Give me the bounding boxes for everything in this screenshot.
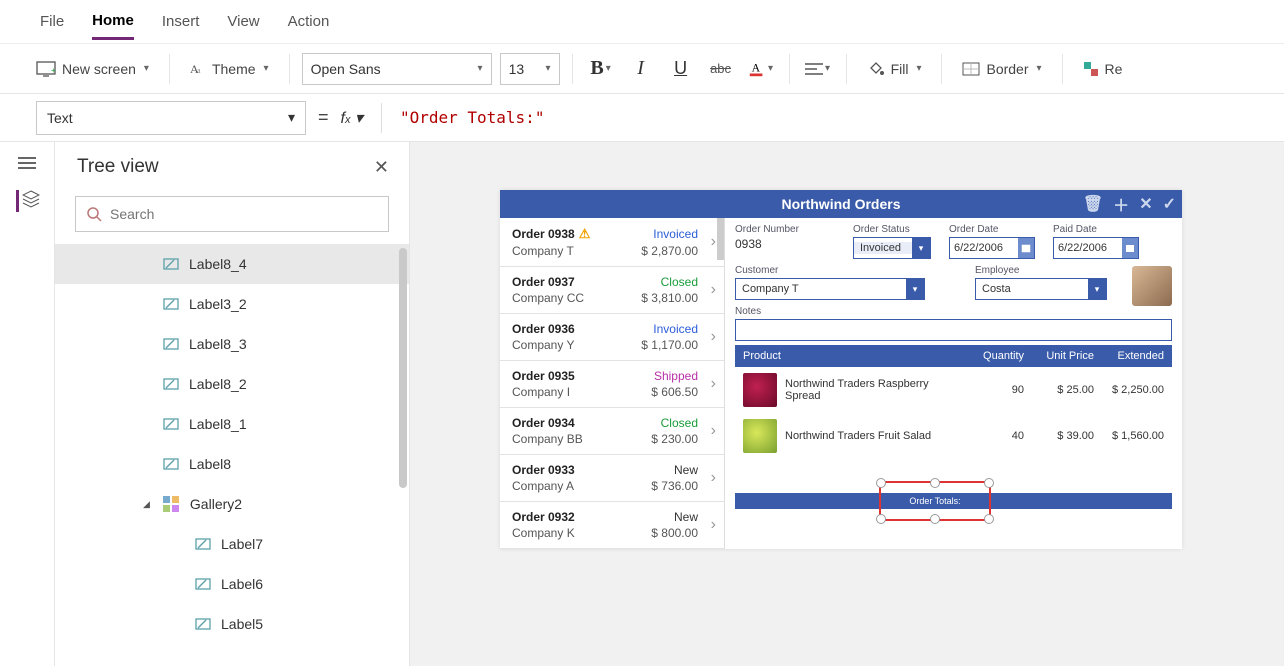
tree-item[interactable]: Label8_3 [55,324,409,364]
italic-button[interactable]: I [625,53,657,85]
align-button[interactable]: ▾ [802,53,834,85]
font-size-select[interactable]: 13▾ [500,53,560,85]
product-row: Northwind Traders Raspberry Spread90$ 25… [735,367,1172,413]
order-row[interactable]: Order 0933NewCompany A$ 736.00› [500,455,724,502]
font-color-button[interactable]: A▾ [745,53,777,85]
tree-item[interactable]: Label8 [55,444,409,484]
paid-date-input[interactable]: 6/22/2006 [1053,237,1139,259]
formula-input[interactable]: "Order Totals:" [400,108,545,127]
product-row: Northwind Traders Fruit Salad40$ 39.00$ … [735,413,1172,459]
ribbon: + New screen▾ Aa Theme▾ Open Sans▾ 13▾ B… [0,44,1284,94]
products-header: Product Quantity Unit Price Extended [735,345,1172,367]
totals-bar: Order Totals: [735,493,1172,509]
screen-icon: + [36,61,56,77]
tree-item[interactable]: Label7 [55,524,409,564]
tree-item[interactable]: Label5 [55,604,409,644]
main-area: Tree view ✕ Label8_4Label3_2Label8_3Labe… [0,142,1284,666]
customer-select[interactable]: Company T▾ [735,278,925,300]
tree-panel: Tree view ✕ Label8_4Label3_2Label8_3Labe… [55,142,410,666]
bold-button[interactable]: B▾ [585,53,617,85]
order-row[interactable]: Order 0936InvoicedCompany Y$ 1,170.00› [500,314,724,361]
tree-list: Label8_4Label3_2Label8_3Label8_2Label8_1… [55,244,409,666]
delete-icon[interactable]: 🗑 [1083,194,1103,214]
property-select[interactable]: Text▾ [36,101,306,135]
tab-insert[interactable]: Insert [162,5,200,38]
employee-select[interactable]: Costa▾ [975,278,1107,300]
employee-avatar [1132,266,1172,306]
font-color-icon: A [748,60,766,78]
tree-item[interactable]: Label8_4 [55,244,409,284]
align-icon [805,60,823,78]
theme-icon: Aa [190,61,206,77]
svg-text:+: + [51,66,56,75]
order-date-input[interactable]: 6/22/2006 [949,237,1035,259]
search-input[interactable] [75,196,389,232]
tree-item[interactable]: Label8_2 [55,364,409,404]
border-icon [962,62,980,76]
tab-home[interactable]: Home [92,4,134,40]
theme-button[interactable]: Aa Theme▾ [182,61,277,77]
fill-button[interactable]: Fill▾ [859,60,930,78]
order-number-value: 0938 [735,237,835,251]
orders-list: Order 0938⚠InvoicedCompany T$ 2,870.00›O… [500,218,725,549]
tree-item[interactable]: Label8_1 [55,404,409,444]
hamburger-icon[interactable] [18,154,36,172]
reorder-button[interactable]: Re [1075,61,1131,77]
tab-view[interactable]: View [227,5,259,38]
left-rail [0,142,55,666]
cancel-icon[interactable]: ✕ [1139,194,1152,214]
app-preview: Northwind Orders 🗑 ＋ ✕ ✓ Order 0938⚠Invo… [500,190,1182,549]
order-row[interactable]: Order 0935ShippedCompany I$ 606.50› [500,361,724,408]
svg-text:A: A [752,61,761,74]
formula-bar: Text▾ = fx ▾ "Order Totals:" [0,94,1284,142]
app-title-bar: Northwind Orders 🗑 ＋ ✕ ✓ [500,190,1182,218]
equals-label: = [318,107,329,128]
tree-item-gallery[interactable]: ◢Gallery2 [55,484,409,524]
order-row[interactable]: Order 0934ClosedCompany BB$ 230.00› [500,408,724,455]
accept-icon[interactable]: ✓ [1163,194,1176,214]
tree-item[interactable]: Label3_2 [55,284,409,324]
search-icon [86,206,102,222]
new-screen-button[interactable]: + New screen▾ [28,61,157,77]
fill-icon [867,60,885,78]
notes-input[interactable] [735,319,1172,341]
order-status-select[interactable]: Invoiced▾ [853,237,931,259]
tab-action[interactable]: Action [288,5,330,38]
underline-button[interactable]: U [665,53,697,85]
svg-text:a: a [197,66,201,75]
tree-title: Tree view [77,156,159,178]
close-icon[interactable]: ✕ [374,157,389,178]
order-detail: Order Number0938 Order Status Invoiced▾ … [725,218,1182,549]
strike-button[interactable]: abc [705,53,737,85]
canvas[interactable]: Northwind Orders 🗑 ＋ ✕ ✓ Order 0938⚠Invo… [410,142,1284,666]
border-button[interactable]: Border▾ [954,61,1049,77]
order-row[interactable]: Order 0932NewCompany K$ 800.00› [500,502,724,549]
tree-view-icon[interactable] [16,190,38,212]
scrollbar[interactable] [399,248,407,488]
order-row[interactable]: Order 0937ClosedCompany CC$ 3,810.00› [500,267,724,314]
add-icon[interactable]: ＋ [1113,192,1129,216]
menu-bar: File Home Insert View Action [0,0,1284,44]
tree-item[interactable]: Label6 [55,564,409,604]
fx-button[interactable]: fx ▾ [341,108,363,128]
order-row[interactable]: Order 0938⚠InvoicedCompany T$ 2,870.00› [500,218,724,267]
font-select[interactable]: Open Sans▾ [302,53,492,85]
tab-file[interactable]: File [40,5,64,38]
selected-control[interactable]: Order Totals: [879,481,991,521]
reorder-icon [1083,61,1099,77]
